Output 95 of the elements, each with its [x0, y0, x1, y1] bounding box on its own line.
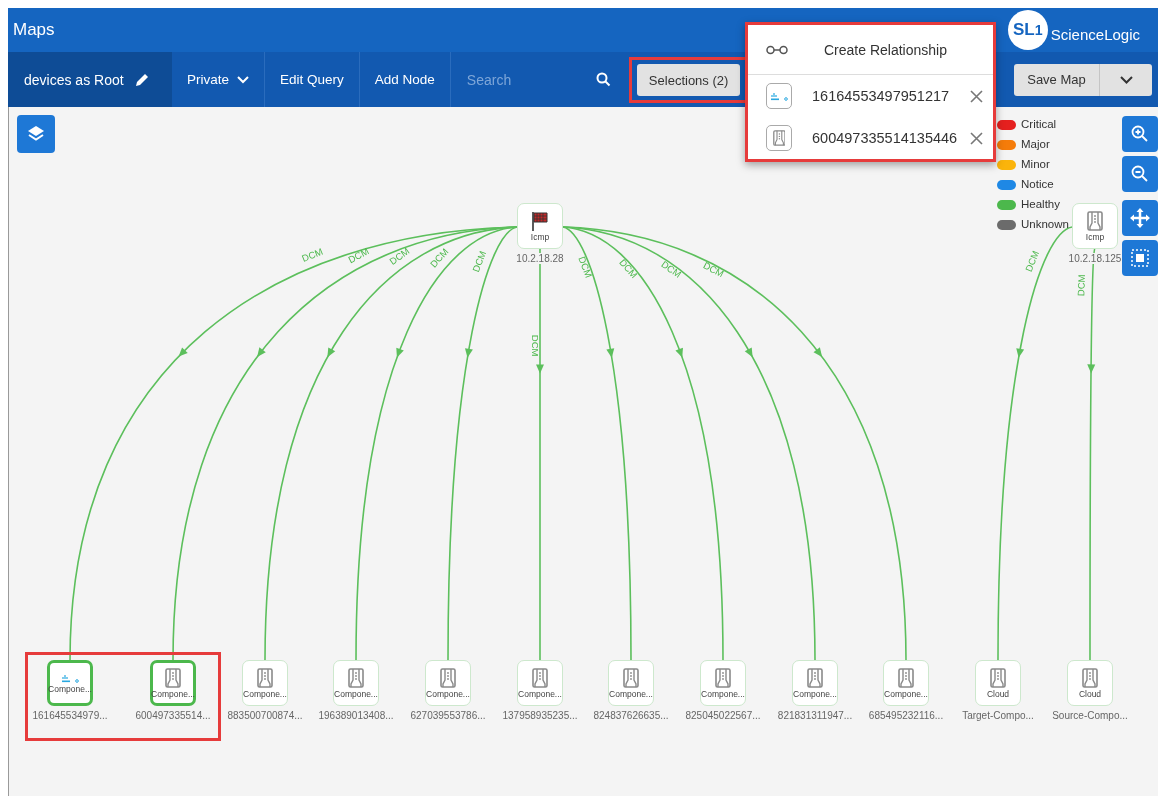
- pan-button[interactable]: [1122, 200, 1158, 236]
- close-x-icon: [970, 89, 983, 103]
- legend-label: Notice: [1021, 177, 1054, 192]
- close-icon[interactable]: [970, 131, 983, 145]
- node-label: 137958935235...: [502, 710, 578, 721]
- legend-label: Major: [1021, 137, 1050, 152]
- node-label: 883500700874...: [227, 710, 303, 721]
- window-title: Maps: [13, 20, 55, 40]
- search-input[interactable]: Search: [464, 70, 585, 89]
- node-label: 161645534979...: [32, 710, 108, 721]
- close-icon[interactable]: [970, 89, 983, 103]
- save-options-button[interactable]: [1100, 63, 1152, 96]
- edge-label: DCM: [701, 259, 726, 280]
- zoom-out-button[interactable]: [1122, 156, 1158, 192]
- node-type-label: Compone...: [334, 688, 378, 699]
- chevron-down-icon: [1119, 75, 1133, 84]
- server-icon: [440, 667, 456, 688]
- close-x-icon: [970, 131, 983, 145]
- legend-label: Healthy: [1021, 197, 1060, 212]
- fit-button[interactable]: [1122, 240, 1158, 276]
- node-label: 824837626635...: [593, 710, 669, 721]
- search-icon: [595, 72, 611, 87]
- node-type-label: Icmp: [1085, 231, 1105, 242]
- node-type-label: Icmp: [530, 231, 550, 242]
- map-node[interactable]: Compone...: [700, 660, 746, 706]
- layers-button[interactable]: [17, 115, 55, 153]
- node-type-label: Compone...: [793, 688, 837, 699]
- map-node[interactable]: Compone...: [792, 660, 838, 706]
- node-label: 600497335514...: [135, 710, 211, 721]
- node-type-label: Compone...: [426, 688, 470, 699]
- node-type-label: Compone...: [243, 688, 287, 699]
- map-name: devices as Root: [24, 71, 124, 88]
- map-node[interactable]: Compone...: [425, 660, 471, 706]
- server-icon: [898, 667, 914, 688]
- server-icon: [165, 667, 181, 688]
- map-node[interactable]: Compone...: [517, 660, 563, 706]
- node-label: 685495232116...: [868, 710, 944, 721]
- map-node[interactable]: Icmp: [1072, 203, 1118, 249]
- link-icon: [766, 44, 788, 55]
- node-type-label: Compone...: [884, 688, 928, 699]
- map-node[interactable]: Icmp: [517, 203, 563, 249]
- map-node[interactable]: Cloud: [975, 660, 1021, 706]
- selections-button[interactable]: Selections (2): [636, 64, 741, 96]
- node-label: 10.2.18.28: [516, 253, 564, 264]
- legend-label: Critical: [1021, 117, 1057, 132]
- server-icon: [715, 667, 731, 688]
- save-map-button[interactable]: Save Map: [1014, 63, 1100, 96]
- node-type-label: Cloud: [986, 688, 1010, 699]
- node-type-label: Compone...: [609, 688, 653, 699]
- legend-label: Minor: [1021, 157, 1050, 172]
- flag-icon: [531, 210, 549, 231]
- edge-label: DCM: [300, 245, 325, 264]
- node-label: 10.2.18.125: [1068, 253, 1122, 264]
- server-icon: [772, 130, 786, 146]
- server-icon: [257, 667, 273, 688]
- edge-label: DCM: [1075, 274, 1087, 297]
- node-label: Target-Compo...: [962, 710, 1034, 721]
- server-icon: [1087, 210, 1103, 231]
- server-icon: [623, 667, 639, 688]
- zoom-out-icon: [1131, 165, 1149, 183]
- node-label: 825045022567...: [685, 710, 761, 721]
- server-icon: [532, 667, 548, 688]
- node-label: Source-Compo...: [1052, 710, 1128, 721]
- search-field[interactable]: Search: [450, 52, 621, 107]
- edge-label: DCM: [1022, 249, 1042, 274]
- move-arrows-icon: [1129, 207, 1151, 229]
- map-node[interactable]: Compone...: [242, 660, 288, 706]
- server-icon: [348, 667, 364, 688]
- fit-frame-icon: [1131, 249, 1149, 267]
- selection-label: 16164553497951217: [812, 88, 951, 104]
- edge-label: DCM: [576, 254, 595, 280]
- server-icon: [807, 667, 823, 688]
- map-node[interactable]: Cloud: [1067, 660, 1113, 706]
- zoom-in-icon: [1131, 125, 1149, 143]
- node-type-label: Compone...: [701, 688, 745, 699]
- server-icon: [990, 667, 1006, 688]
- edge-label: DCM: [470, 249, 489, 274]
- logo-name: ScienceLogic: [1050, 25, 1140, 43]
- zoom-in-button[interactable]: [1122, 116, 1158, 152]
- selection-label: 600497335514135446: [812, 130, 959, 146]
- node-type-label: Compone...: [518, 688, 562, 699]
- edit-icon[interactable]: [133, 71, 150, 88]
- node-label: 821831311947...: [777, 710, 853, 721]
- legend-label: Unknown: [1021, 217, 1069, 232]
- chevron-down-icon: [237, 75, 250, 84]
- node-label: 196389013408...: [318, 710, 394, 721]
- edge-label: DCM: [346, 245, 371, 266]
- create-relationship-item[interactable]: Create Relationship: [748, 25, 993, 75]
- edge-label: DCM: [530, 334, 541, 357]
- map-node[interactable]: Compone...: [608, 660, 654, 706]
- node-label: 627039553786...: [410, 710, 486, 721]
- map-node[interactable]: Compone...: [333, 660, 379, 706]
- map-node[interactable]: Compone...: [883, 660, 929, 706]
- node-type-label: Cloud: [1078, 688, 1102, 699]
- server-icon: [1082, 667, 1098, 688]
